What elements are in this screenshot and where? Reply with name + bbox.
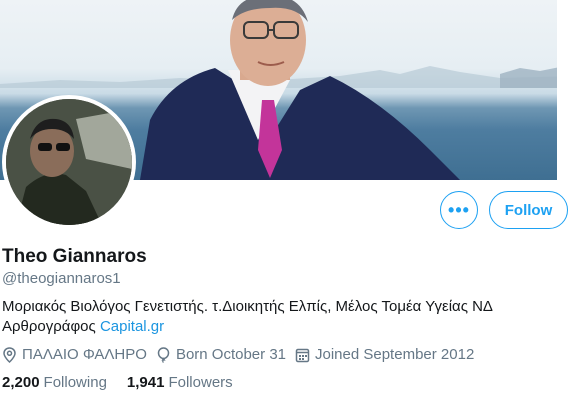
bio-link[interactable]: Capital.gr: [100, 318, 164, 335]
banner-edge: [557, 0, 579, 180]
more-options-icon: •••: [448, 199, 470, 220]
birthday-text: Born October 31: [175, 346, 286, 363]
profile-avatar[interactable]: [2, 95, 136, 229]
follow-button[interactable]: Follow: [489, 191, 568, 229]
profile-meta: ΠΑΛΑΙΟ ΦΑΛΗΡΟ Born October 31 Joined Sep…: [2, 346, 483, 363]
birthday-item: Born October 31: [156, 346, 286, 363]
avatar-photo: [6, 99, 132, 225]
birthday-balloon-icon: [157, 346, 170, 363]
more-options-button[interactable]: •••: [440, 191, 478, 229]
joined-text: Joined September 2012: [315, 346, 475, 363]
profile-name: Theo Giannaros: [2, 246, 147, 267]
avatar-person-figure: [6, 99, 132, 225]
profile-bio: Μοριακός Βιολόγος Γενετιστής. τ.Διοικητή…: [2, 297, 562, 337]
followers-count: 1,941: [126, 374, 165, 391]
following-stat[interactable]: 2,200 Following: [2, 374, 107, 391]
following-count: 2,200: [2, 374, 40, 391]
follow-button-label: Follow: [504, 201, 553, 219]
bio-text: Μοριακός Βιολόγος Γενετιστής. τ.Διοικητή…: [2, 298, 493, 335]
calendar-icon: [295, 348, 310, 362]
location-pin-icon: [3, 346, 16, 363]
following-label: Following: [43, 374, 107, 391]
followers-stat[interactable]: 1,941 Followers: [127, 374, 233, 391]
location-item: ΠΑΛΑΙΟ ΦΑΛΗΡΟ: [2, 346, 147, 363]
profile-stats: 2,200 Following 1,941 Followers: [2, 374, 253, 391]
profile-handle: @theogiannaros1: [2, 270, 121, 287]
followers-label: Followers: [168, 374, 233, 391]
joined-item: Joined September 2012: [295, 346, 474, 363]
location-text: ΠΑΛΑΙΟ ΦΑΛΗΡΟ: [22, 346, 147, 363]
